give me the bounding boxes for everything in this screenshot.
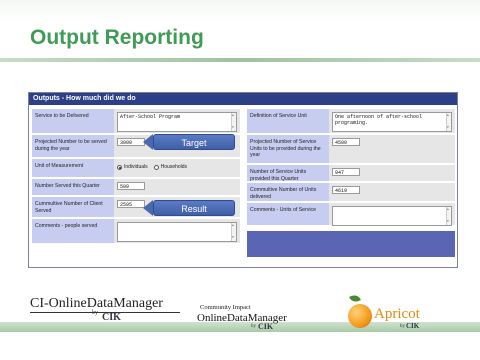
row-projected-units: Projected Number of Service Units to be …: [247, 135, 455, 165]
textarea-scrollbar[interactable]: [446, 113, 451, 131]
comments-units-textarea[interactable]: [332, 206, 452, 226]
left-column: Service to be Delivered After-School Pro…: [32, 109, 240, 245]
target-callout: Target: [153, 134, 235, 150]
apricot-leaf-icon: [349, 293, 361, 304]
row-units-quarter: Number of Service Units provided this Qu…: [247, 165, 455, 183]
panel-header: Outputs - How much did we do: [29, 93, 457, 105]
outputs-panel: Outputs - How much did we do Service to …: [28, 92, 458, 268]
row-service-delivered: Service to be Delivered After-School Pro…: [32, 109, 240, 135]
served-quarter-input[interactable]: 509: [117, 182, 145, 190]
value-cell: [114, 219, 240, 243]
radio-individuals-dot[interactable]: [117, 164, 122, 170]
radio-households-label: Households: [160, 164, 188, 170]
textarea-scrollbar[interactable]: [446, 207, 451, 225]
label-projected-served: Projected Number to be served during the…: [32, 135, 114, 157]
value-cell: 947: [329, 165, 455, 181]
label-definition-unit: Definition of Service Unit: [247, 109, 329, 133]
value-cell: After-School Program: [114, 109, 240, 133]
footer-base: [0, 332, 480, 360]
label-comments-people: Comments - people served: [32, 219, 114, 243]
service-delivered-textarea[interactable]: After-School Program: [117, 112, 237, 132]
title-divider: [0, 58, 480, 62]
value-cell: 4500: [329, 135, 455, 163]
comments-people-textarea[interactable]: [117, 222, 237, 242]
right-column: Definition of Service Unit One afternoon…: [247, 109, 455, 227]
row-definition-unit: Definition of Service Unit One afternoon…: [247, 109, 455, 135]
label-comments-units: Comments - Units of Service: [247, 203, 329, 225]
radio-individuals-label: Individuals: [124, 164, 148, 170]
ci-odm-logo-cik: CIK: [102, 312, 121, 323]
apricot-logo-text: Apricot: [374, 306, 420, 322]
right-column-filler: [247, 231, 455, 257]
projected-served-input[interactable]: 3000: [117, 138, 145, 146]
textarea-scrollbar[interactable]: [231, 223, 236, 241]
radio-households-dot[interactable]: [153, 164, 159, 170]
label-projected-units: Projected Number of Service Units to be …: [247, 135, 329, 163]
service-delivered-text: After-School Program: [120, 114, 181, 120]
value-cell: Individuals Households: [114, 159, 240, 177]
label-service-delivered: Service to be Delivered: [32, 109, 114, 133]
apricot-logo-cik: CIK: [406, 322, 420, 330]
cumulative-clients-input[interactable]: 2595: [117, 200, 145, 208]
label-served-quarter: Number Served this Quarter: [32, 179, 114, 195]
ci-odm-logo-by: by: [92, 310, 98, 316]
row-cumulative-units: Commultive Number of Units delivered 461…: [247, 183, 455, 203]
value-cell: One afternoon of after-school programing…: [329, 109, 455, 133]
row-unit-measurement: Unit of Measurement Individuals Househol…: [32, 159, 240, 179]
label-unit-measurement: Unit of Measurement: [32, 159, 114, 177]
value-cell: [329, 203, 455, 226]
apricot-fruit-icon: [348, 304, 372, 328]
label-cumulative-units: Commultive Number of Units delivered: [247, 183, 329, 201]
slide-title: Output Reporting: [30, 26, 204, 49]
cumulative-units-input[interactable]: 4619: [332, 186, 360, 194]
online-data-manager-text: OnlineDataManager: [197, 312, 287, 324]
row-served-quarter: Number Served this Quarter 509: [32, 179, 240, 197]
community-impact-text: Community Impact: [200, 304, 251, 311]
apricot-logo-by: by: [400, 324, 405, 329]
odm-logo-by: by: [251, 324, 256, 329]
textarea-scrollbar[interactable]: [231, 113, 236, 131]
target-arrow-icon: [143, 134, 153, 150]
unit-radio-group: Individuals Households: [117, 162, 237, 170]
top-band: [0, 0, 480, 22]
radio-individuals[interactable]: Individuals: [117, 164, 148, 170]
odm-logo-cik: CIK: [258, 322, 274, 331]
value-cell: 509: [114, 179, 240, 195]
row-comments-units: Comments - Units of Service: [247, 203, 455, 227]
label-units-quarter: Number of Service Units provided this Qu…: [247, 165, 329, 182]
value-cell: 4619: [329, 183, 455, 201]
label-cumulative-clients: Cummultive Number of Client Served: [32, 197, 114, 217]
definition-unit-textarea[interactable]: One afternoon of after-school programing…: [332, 112, 452, 132]
row-comments-people: Comments - people served: [32, 219, 240, 245]
units-quarter-input[interactable]: 947: [332, 168, 360, 176]
definition-unit-text: One afternoon of after-school programing…: [335, 114, 423, 126]
result-callout: Result: [153, 200, 235, 216]
result-arrow-icon: [143, 200, 153, 216]
radio-households[interactable]: Households: [153, 164, 188, 170]
projected-units-input[interactable]: 4500: [332, 138, 360, 146]
